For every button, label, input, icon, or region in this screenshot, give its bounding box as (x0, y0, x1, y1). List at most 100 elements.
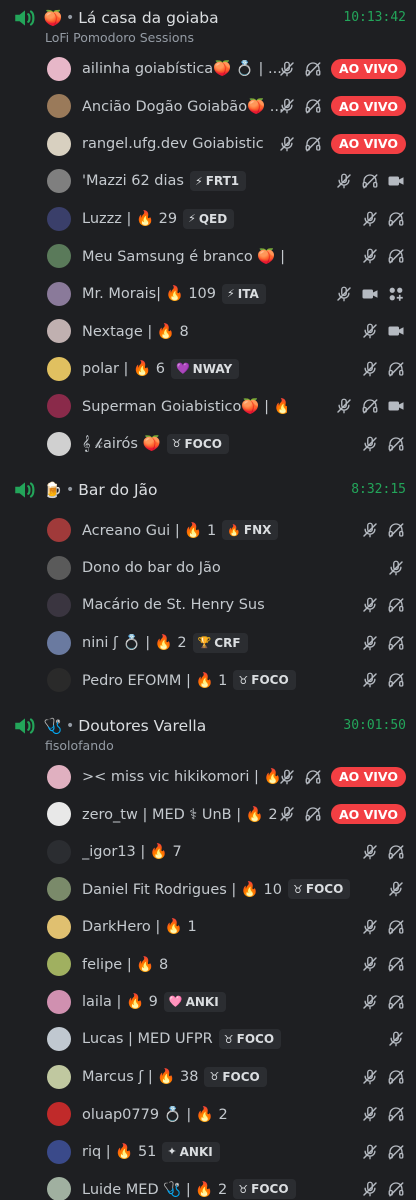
voice-member[interactable]: Luzzz | 🔥 29 ⚡ QED (0, 200, 416, 238)
voice-member[interactable]: _igor13 | 🔥 7 (0, 833, 416, 871)
live-badge[interactable]: AO VIVO (330, 133, 406, 154)
status-icons (360, 1133, 406, 1171)
voice-member[interactable]: Luide MED 🩺 | 🔥 2 ♉ FOCO (0, 1171, 416, 1200)
avatar[interactable] (47, 394, 71, 419)
voice-member[interactable]: zero_tw | MED ⚕ UnB | 🔥 2 AO VIVO (0, 796, 416, 834)
headset-muted-icon (386, 1179, 406, 1199)
live-badge[interactable]: AO VIVO (330, 96, 406, 117)
mic-muted-icon (360, 917, 380, 937)
avatar[interactable] (47, 593, 71, 618)
avatar[interactable] (47, 244, 71, 269)
voice-member[interactable]: Macário de St. Henry Sus (0, 587, 416, 625)
voice-member[interactable]: Daniel Fit Rodrigues | 🔥 10 ♉ FOCO (0, 871, 416, 909)
voice-member[interactable]: Dono do bar do Jão (0, 549, 416, 587)
voice-member[interactable]: Nextage | 🔥 8 (0, 313, 416, 351)
voice-member[interactable]: laila | 🔥 9 🩷 ANKI (0, 983, 416, 1021)
avatar[interactable] (47, 1177, 71, 1200)
voice-member[interactable]: felipe | 🔥 8 (0, 946, 416, 984)
voice-member[interactable]: ailinha goiabística🍑 💍 | ... AO VIVO (0, 50, 416, 88)
voice-member[interactable]: rangel.ufg.dev Goiabistic AO VIVO (0, 125, 416, 163)
avatar[interactable] (47, 356, 71, 381)
avatar[interactable] (47, 56, 71, 81)
avatar[interactable] (47, 281, 71, 306)
headset-muted-icon (303, 59, 323, 79)
avatar[interactable] (47, 131, 71, 156)
voice-member[interactable]: >< miss vic hikikomori | 🔥 1 AO VIVO (0, 758, 416, 796)
status-icons (334, 163, 406, 201)
mic-muted-icon (360, 633, 380, 653)
avatar[interactable] (47, 319, 71, 344)
channel-emoji: 🩺 (43, 717, 63, 735)
voice-member[interactable]: 𝄞 𝓀airós 🍑 ♉ FOCO (0, 425, 416, 463)
avatar[interactable] (47, 989, 71, 1014)
channel-header[interactable]: 🩺 • Doutores Varella 30:01:50 (0, 708, 416, 744)
avatar[interactable] (47, 169, 71, 194)
voice-member[interactable]: Marcus ʃ | 🔥 38 ♉ FOCO (0, 1058, 416, 1096)
server-tag[interactable]: 🩷 ANKI (163, 991, 226, 1012)
voice-member[interactable]: Meu Samsung é branco 🍑 | 🔥 15 (0, 238, 416, 276)
voice-member[interactable]: Mr. Morais| 🔥 109 ⚡ ITA (0, 275, 416, 313)
avatar[interactable] (47, 206, 71, 231)
channel-header[interactable]: 🍑 • Lá casa da goiaba 10:13:42 (0, 0, 416, 36)
voice-member[interactable]: Ancião Dogão Goiabão🍑 ... AO VIVO (0, 88, 416, 126)
avatar[interactable] (47, 802, 71, 827)
status-icons (334, 275, 406, 313)
server-tag[interactable]: 🏆 CRF (192, 632, 248, 653)
server-tag[interactable]: ♉ FOCO (166, 433, 229, 454)
avatar[interactable] (47, 1139, 71, 1164)
member-name: Pedro EFOMM | 🔥 1 (82, 672, 228, 689)
avatar[interactable] (47, 555, 71, 580)
status-icons (360, 662, 406, 700)
voice-member[interactable]: DarkHero | 🔥 1 (0, 908, 416, 946)
voice-member[interactable]: Pedro EFOMM | 🔥 1 ♉ FOCO (0, 662, 416, 700)
voice-member[interactable]: Acreano Gui | 🔥 1 🔥 FNX (0, 512, 416, 550)
avatar[interactable] (47, 431, 71, 456)
voice-member[interactable]: 'Mazzi 62 dias ⚡ FRT1 (0, 163, 416, 201)
channel-header[interactable]: 🍺 • Bar do Jão 8:32:15 (0, 472, 416, 508)
mic-muted-icon (360, 670, 380, 690)
status-icons: AO VIVO (277, 88, 406, 126)
avatar[interactable] (47, 668, 71, 693)
live-badge[interactable]: AO VIVO (330, 766, 406, 787)
mic-muted-icon (277, 804, 297, 824)
server-tag[interactable]: ⚡ FRT1 (189, 171, 247, 192)
avatar[interactable] (47, 877, 71, 902)
server-tag[interactable]: ♉ FOCO (204, 1066, 267, 1087)
live-badge[interactable]: AO VIVO (330, 58, 406, 79)
avatar[interactable] (47, 914, 71, 939)
server-tag[interactable]: ♉ FOCO (288, 879, 351, 900)
avatar[interactable] (47, 518, 71, 543)
headset-muted-icon (360, 171, 380, 191)
avatar[interactable] (47, 1102, 71, 1127)
server-tag[interactable]: 💜 NWAY (170, 358, 240, 379)
live-badge[interactable]: AO VIVO (330, 804, 406, 825)
server-tag[interactable]: ⚡ ITA (222, 283, 266, 304)
avatar[interactable] (47, 94, 71, 119)
voice-member[interactable]: polar | 🔥 6 💜 NWAY (0, 350, 416, 388)
voice-member[interactable]: Superman Goiabistico🍑 | 🔥 28 (0, 388, 416, 426)
voice-member[interactable]: riq | 🔥 51 ✦ ANKI (0, 1133, 416, 1171)
voice-member[interactable]: Lucas | MED UFPR ♉ FOCO (0, 1021, 416, 1059)
server-tag[interactable]: 🔥 FNX (222, 520, 279, 541)
tag-label: FOCO (305, 882, 344, 897)
avatar[interactable] (47, 1027, 71, 1052)
avatar[interactable] (47, 764, 71, 789)
voice-member[interactable]: oluap0779 💍 | 🔥 2 (0, 1096, 416, 1134)
server-tag[interactable]: ♉ FOCO (233, 670, 296, 691)
avatar[interactable] (47, 839, 71, 864)
member-name: >< miss vic hikikomori | 🔥 1 (82, 769, 287, 786)
tag-label: FOCO (222, 1069, 260, 1084)
avatar[interactable] (47, 630, 71, 655)
server-tag[interactable]: ✦ ANKI (162, 1141, 220, 1162)
avatar[interactable] (47, 952, 71, 977)
status-icons (360, 908, 406, 946)
status-icons (360, 946, 406, 984)
server-tag[interactable]: ♉ FOCO (233, 1179, 296, 1200)
mic-muted-icon (360, 520, 380, 540)
status-icons (386, 871, 406, 909)
voice-member[interactable]: nini ʃ 💍 | 🔥 2 🏆 CRF (0, 624, 416, 662)
tag-label: ANKI (179, 1144, 213, 1159)
avatar[interactable] (47, 1064, 71, 1089)
server-tag[interactable]: ⚡ QED (183, 208, 235, 229)
server-tag[interactable]: ♉ FOCO (218, 1029, 282, 1050)
